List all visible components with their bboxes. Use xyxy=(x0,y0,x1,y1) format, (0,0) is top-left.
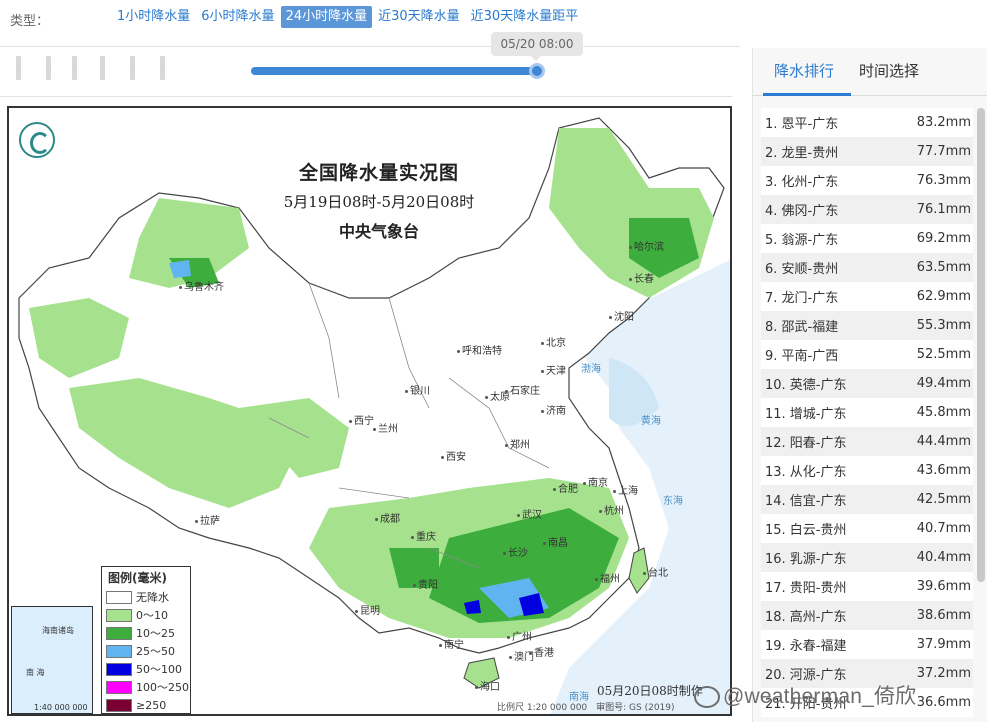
divider xyxy=(0,96,732,97)
timeline-tooltip: 05/20 08:00 xyxy=(491,32,583,61)
timeline-ticks xyxy=(14,56,174,82)
list-item[interactable]: 7. 龙门-广东 62.9mm xyxy=(761,282,973,311)
city-label: 西安 xyxy=(441,448,466,463)
city-label: 长春 xyxy=(629,270,654,285)
list-item[interactable]: 14. 信宜-广东 42.5mm xyxy=(761,485,973,514)
city-label: 杭州 xyxy=(599,502,624,517)
list-item[interactable]: 5. 翁源-广东 69.2mm xyxy=(761,224,973,253)
type-bar: 类型： 1小时降水量 6小时降水量 24小时降水量 近30天降水量 近30天降水… xyxy=(0,0,987,36)
city-label: 天津 xyxy=(541,362,566,377)
tab-24h[interactable]: 24小时降水量 xyxy=(280,6,373,28)
city-label: 沈阳 xyxy=(609,308,634,323)
list-item[interactable]: 18. 高州-广东 38.6mm xyxy=(761,601,973,630)
city-label: 广州 xyxy=(507,628,532,643)
city-label: 郑州 xyxy=(505,436,530,451)
city-label: 武汉 xyxy=(517,506,542,521)
list-item[interactable]: 12. 阳春-广东 44.4mm xyxy=(761,427,973,456)
precipitation-map: 全国降水量实况图 5月19日08时-5月20日08时 中央气象台 乌鲁木齐 哈尔… xyxy=(7,106,732,716)
list-item[interactable]: 10. 英德-广东 49.4mm xyxy=(761,369,973,398)
city-label: 海口 xyxy=(475,678,500,693)
map-legend: 图例(毫米) 无降水 0～10 10～25 25～50 50～100 100～2… xyxy=(101,566,191,714)
active-tab-indicator xyxy=(763,93,851,96)
sea-label: 渤海 xyxy=(581,364,601,375)
city-label: 贵阳 xyxy=(413,576,438,591)
panel-tabs: 降水排行 时间选择 xyxy=(753,48,987,96)
city-label: 拉萨 xyxy=(195,512,220,527)
city-label: 南昌 xyxy=(543,534,568,549)
tab-time-select[interactable]: 时间选择 xyxy=(859,60,919,81)
timeline-slider-handle[interactable] xyxy=(529,63,545,79)
city-label: 哈尔滨 xyxy=(629,238,664,253)
list-item[interactable]: 13. 从化-广东 43.6mm xyxy=(761,456,973,485)
city-label: 兰州 xyxy=(373,420,398,435)
map-agency: 中央气象台 xyxy=(338,222,419,241)
tab-1h[interactable]: 1小时降水量 xyxy=(112,6,195,28)
city-label: 台北 xyxy=(643,564,668,579)
city-label: 福州 xyxy=(595,570,620,585)
legend-item: 0～10 xyxy=(102,606,190,624)
city-label: 合肥 xyxy=(553,480,578,495)
city-label: 南宁 xyxy=(439,636,464,651)
city-label: 济南 xyxy=(541,402,566,417)
legend-item: 50～100 xyxy=(102,660,190,678)
type-tabs: 1小时降水量 6小时降水量 24小时降水量 近30天降水量 近30天降水量距平 xyxy=(112,6,584,28)
type-label: 类型： xyxy=(10,14,50,29)
city-label: 石家庄 xyxy=(505,382,540,397)
weibo-logo-icon xyxy=(694,686,720,709)
city-label: 成都 xyxy=(375,510,400,525)
city-label: 北京 xyxy=(541,334,566,349)
inset-sea-label: 南 海 xyxy=(26,668,45,677)
tab-30d-anomaly[interactable]: 近30天降水量距平 xyxy=(466,6,584,28)
tab-rainfall-ranking[interactable]: 降水排行 xyxy=(774,60,834,81)
map-title-block: 全国降水量实况图 5月19日08时-5月20日08时 中央气象台 xyxy=(279,158,479,242)
timeline-slider-track[interactable] xyxy=(251,67,538,75)
sea-label: 东海 xyxy=(663,496,683,507)
inset-label: 海南诸岛 xyxy=(42,626,74,635)
city-label: 澳门 xyxy=(509,648,534,663)
city-label: 南京 xyxy=(583,474,608,489)
ranking-panel: 降水排行 时间选择 1. 恩平-广东 83.2mm 2. 龙里-贵州 77.7mm … xyxy=(752,48,987,722)
city-label: 上海 xyxy=(613,482,638,497)
list-item[interactable]: 16. 乳源-广东 40.4mm xyxy=(761,543,973,572)
list-item[interactable]: 15. 白云-贵州 40.7mm xyxy=(761,514,973,543)
cma-logo-icon xyxy=(19,122,55,158)
city-label: 重庆 xyxy=(411,528,436,543)
city-label: 昆明 xyxy=(355,602,380,617)
legend-item: 25～50 xyxy=(102,642,190,660)
city-label: 长沙 xyxy=(503,544,528,559)
sea-label: 黄海 xyxy=(641,416,661,427)
ranking-list: 1. 恩平-广东 83.2mm 2. 龙里-贵州 77.7mm 3. 化州-广东 76… xyxy=(761,108,973,717)
map-scale-note: 比例尺 1:20 000 000 审图号: GS (2019) xyxy=(497,703,675,713)
map-period: 5月19日08时-5月20日08时 xyxy=(283,193,475,211)
list-item[interactable]: 11. 增城-广东 45.8mm xyxy=(761,398,973,427)
list-item[interactable]: 2. 龙里-贵州 77.7mm xyxy=(761,137,973,166)
legend-item: 10～25 xyxy=(102,624,190,642)
map-made-time: 05月20日08时制作 xyxy=(597,684,703,698)
list-item[interactable]: 17. 贵阳-贵州 39.6mm xyxy=(761,572,973,601)
legend-item: 无降水 xyxy=(102,588,190,606)
divider xyxy=(0,46,740,47)
list-item[interactable]: 6. 安顺-贵州 63.5mm xyxy=(761,253,973,282)
legend-item: 100～250 xyxy=(102,678,190,696)
city-label: 乌鲁木齐 xyxy=(179,278,224,293)
tab-6h[interactable]: 6小时降水量 xyxy=(196,6,279,28)
list-item[interactable]: 19. 永春-福建 37.9mm xyxy=(761,630,973,659)
map-title: 全国降水量实况图 xyxy=(298,162,459,184)
tab-30d[interactable]: 近30天降水量 xyxy=(373,6,465,28)
city-label: 银川 xyxy=(405,382,430,397)
legend-title: 图例(毫米) xyxy=(108,571,167,585)
list-item[interactable]: 1. 恩平-广东 83.2mm xyxy=(761,108,973,137)
list-item[interactable]: 8. 邵武-福建 55.3mm xyxy=(761,311,973,340)
south-china-sea-inset: 海南诸岛 南 海 1:40 000 000 xyxy=(11,606,93,714)
city-label: 西宁 xyxy=(349,412,374,427)
inset-scale: 1:40 000 000 xyxy=(34,703,88,712)
ranking-scrollbar[interactable] xyxy=(977,108,985,582)
list-item[interactable]: 4. 佛冈-广东 76.1mm xyxy=(761,195,973,224)
list-item[interactable]: 9. 平南-广西 52.5mm xyxy=(761,340,973,369)
city-label: 呼和浩特 xyxy=(457,342,502,357)
legend-item: ≥250 xyxy=(102,696,190,714)
watermark: @weatherman_倚欣 xyxy=(694,680,916,710)
list-item[interactable]: 3. 化州-广东 76.3mm xyxy=(761,166,973,195)
